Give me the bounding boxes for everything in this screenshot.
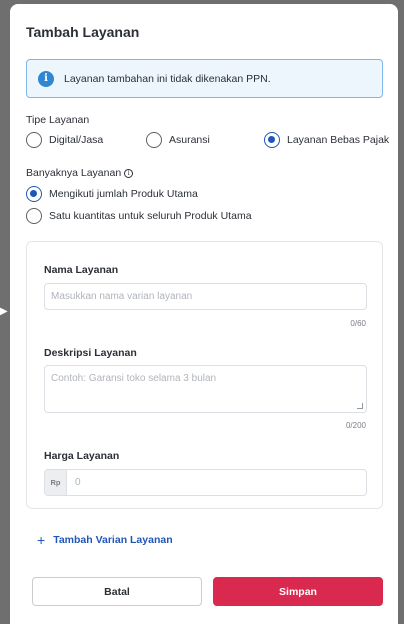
radio-button[interactable] bbox=[26, 132, 42, 148]
plus-icon: + bbox=[37, 532, 46, 548]
currency-prefix: Rp bbox=[45, 470, 67, 495]
add-service-modal: Tambah Layanan i Layanan tambahan ini ti… bbox=[10, 4, 398, 624]
service-name-counter: 0/60 bbox=[350, 319, 366, 328]
radio-button[interactable] bbox=[26, 208, 42, 224]
radio-button-checked[interactable] bbox=[264, 132, 280, 148]
radio-button[interactable] bbox=[146, 132, 162, 148]
service-description-textarea[interactable]: Contoh: Garansi toko selama 3 bulan bbox=[44, 365, 367, 413]
cancel-button[interactable]: Batal bbox=[32, 577, 202, 606]
service-price-label: Harga Layanan bbox=[44, 450, 120, 462]
radio-asuransi[interactable]: Asuransi bbox=[146, 132, 210, 148]
radio-follow-main-product[interactable]: Mengikuti jumlah Produk Utama bbox=[26, 186, 198, 202]
radio-label: Layanan Bebas Pajak bbox=[287, 134, 390, 146]
side-arrow-icon: ▶ bbox=[0, 306, 8, 317]
quantity-label: Banyaknya Layanan bbox=[26, 167, 122, 179]
price-value: 0 bbox=[75, 477, 81, 488]
add-variant-label: Tambah Varian Layanan bbox=[53, 534, 173, 546]
info-icon[interactable]: i bbox=[124, 168, 134, 178]
add-variant-link[interactable]: + Tambah Varian Layanan bbox=[37, 532, 173, 548]
service-name-input[interactable]: Masukkan nama varian layanan bbox=[44, 283, 367, 310]
radio-label: Satu kuantitas untuk seluruh Produk Utam… bbox=[49, 210, 252, 222]
info-banner: i Layanan tambahan ini tidak dikenakan P… bbox=[26, 59, 383, 98]
info-banner-text: Layanan tambahan ini tidak dikenakan PPN… bbox=[64, 72, 271, 85]
info-icon: i bbox=[38, 70, 54, 87]
radio-label: Digital/Jasa bbox=[49, 134, 104, 146]
quantity-label-row: Banyaknya Layanan i bbox=[26, 167, 134, 179]
radio-single-quantity[interactable]: Satu kuantitas untuk seluruh Produk Utam… bbox=[26, 208, 252, 224]
radio-digital-jasa[interactable]: Digital/Jasa bbox=[26, 132, 103, 148]
service-name-label: Nama Layanan bbox=[44, 264, 119, 276]
service-description-counter: 0/200 bbox=[345, 421, 366, 430]
resize-handle-icon[interactable] bbox=[357, 403, 363, 409]
save-button[interactable]: Simpan bbox=[213, 577, 383, 606]
description-placeholder: Contoh: Garansi toko selama 3 bulan bbox=[51, 373, 217, 384]
service-description-label: Deskripsi Layanan bbox=[44, 347, 137, 359]
radio-label: Asuransi bbox=[169, 134, 210, 146]
service-price-input[interactable]: Rp 0 bbox=[44, 469, 367, 496]
modal-title: Tambah Layanan bbox=[26, 24, 140, 40]
radio-layanan-bebas-pajak[interactable]: Layanan Bebas Pajak bbox=[264, 132, 389, 148]
radio-button-checked[interactable] bbox=[26, 186, 42, 202]
radio-label: Mengikuti jumlah Produk Utama bbox=[49, 188, 198, 200]
service-variant-card: Nama Layanan Masukkan nama varian layana… bbox=[26, 241, 383, 509]
service-type-label: Tipe Layanan bbox=[26, 114, 90, 126]
